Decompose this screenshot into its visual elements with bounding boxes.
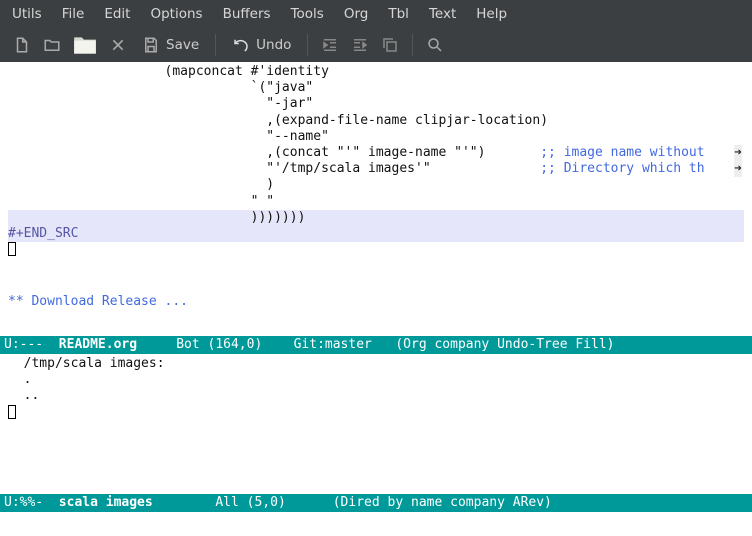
modeline-dired[interactable]: U:%%- scala images All (5,0) (Dired by n… [0, 494, 752, 512]
modeline-info: All (5,0) (Dired by name company ARev) [161, 495, 552, 510]
dired-line: /tmp/scala images: [8, 356, 744, 372]
dedent-icon[interactable] [316, 31, 344, 59]
dired-line: .. [8, 388, 744, 404]
toolbar-separator [307, 34, 308, 56]
open-folder-icon[interactable] [38, 31, 66, 59]
save-label: Save [166, 37, 199, 53]
code-line: "'/tmp/scala images'" ;; Directory which… [8, 161, 744, 177]
code-line: ,(concat "'" image-name "'") ;; image na… [8, 145, 744, 161]
toolbar-separator [412, 34, 413, 56]
new-file-icon[interactable] [8, 31, 36, 59]
copy-icon[interactable] [376, 31, 404, 59]
dired-line [8, 405, 744, 424]
menu-text[interactable]: Text [419, 2, 466, 26]
menu-edit[interactable]: Edit [94, 2, 140, 26]
save-button[interactable]: Save [134, 31, 207, 59]
buffer-name: scala images [51, 495, 161, 510]
code-line: ) [8, 177, 744, 193]
modeline-status: U:--- [4, 337, 51, 352]
code-line: ,(expand-file-name clipjar-location) [8, 113, 744, 129]
modeline-readme[interactable]: U:--- README.org Bot (164,0) Git:master … [0, 336, 752, 354]
menu-buffers[interactable]: Buffers [213, 2, 281, 26]
menu-options[interactable]: Options [140, 2, 212, 26]
code-line: " " [8, 194, 744, 210]
cursor [8, 405, 16, 419]
search-icon[interactable] [421, 31, 449, 59]
code-line [8, 242, 744, 261]
save-icon [142, 36, 160, 54]
buffer-readme[interactable]: (mapconcat #'identity `("java" "-jar" ,(… [0, 62, 752, 336]
menu-utils[interactable]: Utils [2, 2, 52, 26]
menu-tbl[interactable]: Tbl [378, 2, 419, 26]
folder-icon[interactable] [68, 31, 102, 59]
cursor [8, 242, 16, 256]
undo-button[interactable]: Undo [224, 31, 299, 59]
minibuffer[interactable] [0, 512, 752, 524]
undo-label: Undo [256, 37, 291, 53]
menu-help[interactable]: Help [466, 2, 517, 26]
close-icon[interactable] [104, 31, 132, 59]
buffer-dired[interactable]: /tmp/scala images: . .. [0, 354, 752, 494]
code-line: `("java" [8, 80, 744, 96]
modeline-info: Bot (164,0) Git:master (Org company Undo… [145, 337, 615, 352]
toolbar: Save Undo [0, 28, 752, 62]
code-line: "--name" [8, 129, 744, 145]
code-line: ​ [8, 261, 744, 277]
menu-file[interactable]: File [52, 2, 95, 26]
menubar: Utils File Edit Options Buffers Tools Or… [0, 0, 752, 28]
undo-icon [232, 36, 250, 54]
code-line: (mapconcat #'identity [8, 64, 744, 80]
code-line: ))))))) [8, 210, 744, 226]
indent-icon[interactable] [346, 31, 374, 59]
menu-tools[interactable]: Tools [281, 2, 334, 26]
menu-org[interactable]: Org [334, 2, 379, 26]
modeline-status: U:%%- [4, 495, 51, 510]
code-line: "-jar" [8, 96, 744, 112]
code-line: ​ [8, 278, 744, 294]
buffer-name: README.org [51, 337, 145, 352]
code-line: #+END_SRC [8, 226, 744, 242]
code-line: ** Download Release ... [8, 294, 744, 310]
dired-line: . [8, 372, 744, 388]
toolbar-separator [215, 34, 216, 56]
